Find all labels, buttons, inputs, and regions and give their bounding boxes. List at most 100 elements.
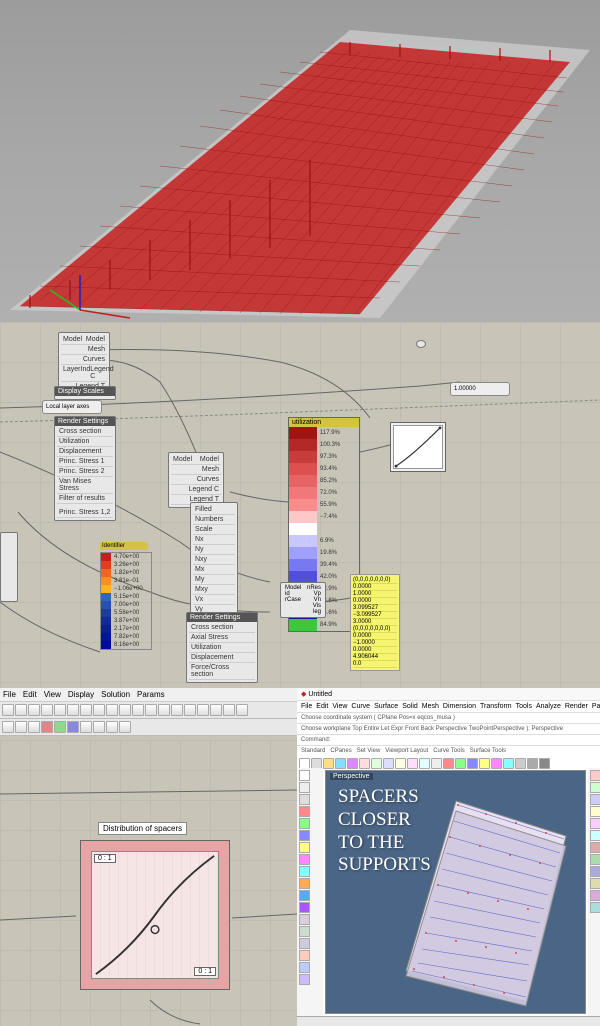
tool-icon[interactable]	[184, 704, 196, 716]
tool-icon[interactable]	[106, 704, 118, 716]
tab[interactable]: Set View	[357, 748, 381, 754]
modelview-node-2[interactable]: ModelModel Mesh Curves Legend C Legend T	[168, 452, 224, 508]
menu-item[interactable]: Curve	[351, 703, 370, 710]
tool-icon[interactable]	[67, 704, 79, 716]
tool-icon[interactable]	[28, 721, 40, 733]
tool-icon[interactable]	[119, 704, 131, 716]
setting-row[interactable]: Princ. Stress 2	[57, 467, 113, 477]
tool-icon[interactable]	[299, 794, 310, 805]
check-row[interactable]: Filled	[195, 506, 212, 513]
tool-icon[interactable]	[299, 890, 310, 901]
setting-row[interactable]: Force/Cross section	[189, 663, 255, 680]
3d-viewport[interactable]	[0, 0, 600, 322]
tool-icon[interactable]	[299, 902, 310, 913]
tool-icon[interactable]	[590, 794, 600, 805]
tab[interactable]: Viewport Layout	[385, 748, 428, 754]
check-row[interactable]: Mx	[195, 566, 204, 573]
menu-item[interactable]: Solid	[402, 703, 418, 710]
command-input[interactable]: Command:	[297, 735, 600, 746]
tool-icon[interactable]	[590, 770, 600, 781]
tool-icon[interactable]	[590, 842, 600, 853]
tool-icon[interactable]	[590, 806, 600, 817]
tool-icon[interactable]	[145, 704, 157, 716]
setting-row[interactable]: Van Mises Stress	[57, 477, 113, 494]
setting-row[interactable]: Princ. Stress 1	[57, 457, 113, 467]
tool-icon[interactable]	[93, 704, 105, 716]
tool-icon[interactable]	[15, 704, 27, 716]
canvas-area[interactable]: Distribution of spacers 0 : 1 0 : 1	[0, 740, 297, 1026]
number-slider[interactable]: 1.00000	[450, 382, 510, 396]
tool-icon[interactable]	[299, 854, 310, 865]
tool-icon[interactable]	[590, 782, 600, 793]
graph-mapper-node-1[interactable]	[390, 422, 446, 472]
tab[interactable]: Standard	[301, 748, 325, 754]
tool-icon[interactable]	[299, 926, 310, 937]
tool-icon[interactable]	[299, 770, 310, 781]
tool-icon[interactable]	[41, 704, 53, 716]
perspective-viewport[interactable]: Perspective SPACERS CLOSER TO THE SUPPOR…	[325, 770, 586, 1014]
menu-item[interactable]: Display	[68, 690, 94, 699]
tab[interactable]: Curve Tools	[433, 748, 465, 754]
tool-icon[interactable]	[80, 704, 92, 716]
tool-icon[interactable]	[106, 721, 118, 733]
local-layer-axes-dropdown[interactable]: Local layer axes	[42, 400, 102, 414]
render-settings-node-1[interactable]: Render Settings Cross section Utilizatio…	[54, 416, 116, 521]
render-settings-node-2[interactable]: Render Settings Cross section Axial Stre…	[186, 612, 258, 683]
tool-icon[interactable]	[28, 704, 40, 716]
setting-row[interactable]: Filter of results	[57, 494, 113, 504]
data-panel[interactable]: (0,0,0,0,0,0,0)0.00001.00000.00003.09952…	[350, 574, 400, 671]
tool-icon[interactable]	[299, 782, 310, 793]
tool-icon[interactable]	[299, 818, 310, 829]
viewport-label[interactable]: Perspective	[330, 773, 373, 780]
tool-icon[interactable]	[223, 704, 235, 716]
menu-item[interactable]: Solution	[101, 690, 130, 699]
setting-row[interactable]: Cross section	[189, 623, 255, 633]
check-row[interactable]: Scale	[195, 526, 213, 533]
tool-icon[interactable]	[41, 721, 53, 733]
menu-item[interactable]: View	[44, 690, 61, 699]
grasshopper-canvas[interactable]: ModelModel Mesh Curves LayerIndLegend C …	[0, 322, 600, 688]
check-row[interactable]: Vx	[195, 596, 203, 603]
menu-item[interactable]: File	[301, 703, 312, 710]
tool-icon[interactable]	[132, 704, 144, 716]
tool-icon[interactable]	[54, 704, 66, 716]
menu-item[interactable]: View	[332, 703, 347, 710]
beamview-node[interactable]: ModelnRes idVp rCaseVn Vis leg	[280, 582, 326, 618]
menu-item[interactable]: Panels	[592, 703, 600, 710]
menu-item[interactable]: Dimension	[443, 703, 476, 710]
left-edge-node[interactable]	[0, 532, 18, 602]
relay-node[interactable]	[416, 340, 426, 348]
tool-icon[interactable]	[54, 721, 66, 733]
menu-item[interactable]: Surface	[374, 703, 398, 710]
check-row[interactable]: My	[195, 576, 204, 583]
tool-icon[interactable]	[590, 878, 600, 889]
tool-icon[interactable]	[236, 704, 248, 716]
tab[interactable]: Surface Tools	[470, 748, 506, 754]
setting-row[interactable]: Utilization	[57, 437, 113, 447]
check-row[interactable]: Ny	[195, 546, 204, 553]
tool-icon[interactable]	[590, 818, 600, 829]
tool-icon[interactable]	[590, 830, 600, 841]
tool-icon[interactable]	[171, 704, 183, 716]
check-row[interactable]: Nxy	[195, 556, 207, 563]
tool-icon[interactable]	[80, 721, 92, 733]
setting-row[interactable]: Cross section	[57, 427, 113, 437]
setting-row[interactable]: Utilization	[189, 643, 255, 653]
setting-row[interactable]: Princ. Stress 1,2	[57, 508, 113, 518]
check-row[interactable]: Nx	[195, 536, 204, 543]
display-scales-node[interactable]: Display Scales	[54, 386, 116, 400]
tool-icon[interactable]	[158, 704, 170, 716]
tool-icon[interactable]	[590, 902, 600, 913]
tool-icon[interactable]	[299, 962, 310, 973]
check-row[interactable]: Mxy	[195, 586, 208, 593]
tool-icon[interactable]	[119, 721, 131, 733]
tool-icon[interactable]	[2, 721, 14, 733]
setting-row[interactable]: Axial Stress	[189, 633, 255, 643]
menu-item[interactable]: Transform	[480, 703, 512, 710]
tool-icon[interactable]	[299, 914, 310, 925]
menu-item[interactable]: Render	[565, 703, 588, 710]
menu-item[interactable]: Mesh	[422, 703, 439, 710]
menu-item[interactable]: File	[3, 690, 16, 699]
setting-row[interactable]: Displacement	[189, 653, 255, 663]
tool-icon[interactable]	[590, 866, 600, 877]
